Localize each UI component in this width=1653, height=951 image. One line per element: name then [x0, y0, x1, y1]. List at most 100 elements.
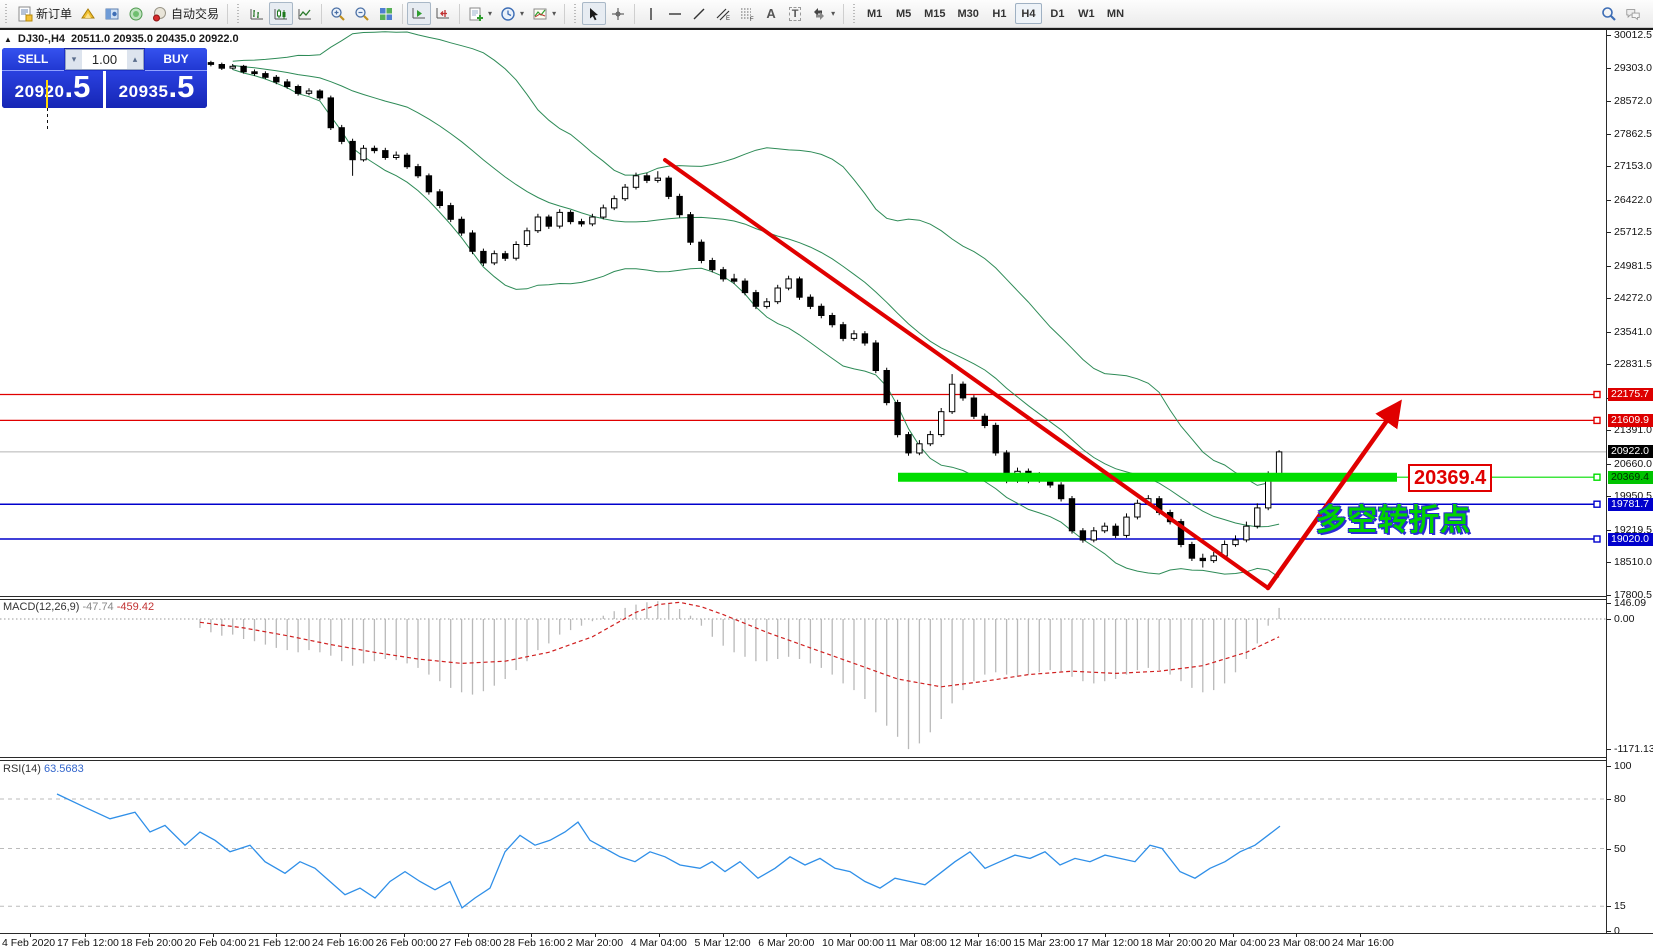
shapes-tool-button[interactable]: ▾: [807, 2, 839, 25]
price-axis-label: 24981.5: [1614, 260, 1652, 272]
toolbar-grip[interactable]: [851, 4, 858, 24]
turning-point-annotation[interactable]: 多空转折点: [1316, 495, 1471, 539]
text-label-tool-icon: T: [789, 7, 802, 21]
price-badge-19781.7: 19781.7: [1608, 498, 1653, 511]
time-axis-label: 21 Feb 12:00: [248, 937, 310, 949]
time-axis-label: 15 Mar 23:00: [1013, 937, 1075, 949]
line-chart-button[interactable]: [293, 2, 317, 25]
chart-header: ▲ DJ30-,H4 20511.0 20935.0 20435.0 20922…: [4, 33, 239, 45]
timeframe-button-H4[interactable]: H4: [1015, 3, 1042, 24]
time-axis[interactable]: 4 Feb 202017 Feb 12:0018 Feb 20:0020 Feb…: [0, 933, 1653, 951]
fibonacci-tool-button[interactable]: F: [735, 2, 759, 25]
search-icon[interactable]: [1601, 6, 1617, 22]
auto-scroll-icon: [411, 6, 427, 22]
time-axis-label: 11 Mar 08:00: [886, 937, 947, 949]
hline-marker[interactable]: [1594, 392, 1600, 398]
volume-increase-button[interactable]: ▴: [127, 50, 143, 69]
toolbar-separator: [227, 4, 228, 24]
macd-pane[interactable]: [0, 600, 1606, 757]
timeframe-button-M1[interactable]: M1: [861, 3, 888, 24]
price-axis-label: 29303.0: [1614, 62, 1652, 74]
text-tool-button[interactable]: A: [759, 2, 783, 25]
time-axis-label: 6 Mar 20:00: [758, 937, 814, 949]
cursor-tool-button[interactable]: [582, 2, 606, 25]
trendline-tool-button[interactable]: [687, 2, 711, 25]
cursor-icon: [586, 6, 602, 22]
toolbar-grip[interactable]: [3, 4, 10, 24]
text-label-tool-button[interactable]: T: [783, 2, 807, 25]
candlestick-chart-button[interactable]: [269, 2, 293, 25]
price-axis-label: 22831.5: [1614, 358, 1652, 370]
tile-windows-button[interactable]: [374, 2, 398, 25]
timeframe-button-D1[interactable]: D1: [1044, 3, 1071, 24]
buy-button[interactable]: BUY: [145, 48, 207, 71]
macd-histogram[interactable]: [200, 601, 1279, 749]
chart-shift-button[interactable]: [431, 2, 455, 25]
price-axis[interactable]: 30012.529303.028572.027862.527153.026422…: [1606, 30, 1653, 933]
vertical-line-tool-button[interactable]: [639, 2, 663, 25]
vertical-marker-dashes: [47, 108, 48, 129]
collapse-icon[interactable]: ▲: [4, 35, 12, 44]
rsi-pane[interactable]: [0, 761, 1606, 933]
hline-marker[interactable]: [1594, 501, 1600, 507]
period-button[interactable]: ▾: [496, 2, 528, 25]
time-axis-label: 2 Mar 20:00: [567, 937, 623, 949]
timeframe-button-MN[interactable]: MN: [1102, 3, 1129, 24]
macd-indicator-label: MACD(12,26,9) -47.74 -459.42: [3, 601, 154, 613]
hline-marker[interactable]: [1594, 417, 1600, 423]
zoom-in-button[interactable]: [326, 2, 350, 25]
svg-text:F: F: [750, 17, 754, 22]
templates-button[interactable]: ▾: [528, 2, 560, 25]
timeframe-button-H1[interactable]: H1: [986, 3, 1013, 24]
toolbar-grip[interactable]: [572, 4, 579, 24]
sell-price[interactable]: 20920 .5: [2, 71, 103, 108]
timeframe-button-M30[interactable]: M30: [953, 3, 984, 24]
hline-marker[interactable]: [1594, 536, 1600, 542]
navigator-button[interactable]: [100, 2, 124, 25]
candles-layer[interactable]: [197, 59, 1282, 568]
support-level-bar[interactable]: [898, 474, 1600, 480]
autotrading-icon: [152, 6, 168, 22]
new-order-button[interactable]: 新订单: [13, 2, 76, 25]
chat-icon[interactable]: [1625, 6, 1641, 22]
tile-windows-icon: [378, 6, 394, 22]
zoom-out-button[interactable]: [350, 2, 374, 25]
time-axis-label: 17 Feb 12:00: [57, 937, 119, 949]
zoom-in-icon: [330, 6, 346, 22]
auto-scroll-button[interactable]: [407, 2, 431, 25]
terminal-button[interactable]: [124, 2, 148, 25]
axis-tick: [1607, 849, 1611, 850]
channel-icon: E: [715, 6, 731, 22]
level-price-label[interactable]: 20369.4: [1408, 464, 1492, 492]
sell-button[interactable]: SELL: [2, 48, 64, 71]
new-chart-button[interactable]: ▾: [464, 2, 496, 25]
channel-tool-button[interactable]: E: [711, 2, 735, 25]
rsi-value: 63.5683: [44, 763, 84, 775]
volume-input[interactable]: 1.00: [82, 52, 127, 67]
time-axis-label: 18 Mar 20:00: [1141, 937, 1203, 949]
toolbar-grip[interactable]: [235, 4, 242, 24]
market-watch-button[interactable]: [76, 2, 100, 25]
zoom-out-icon: [354, 6, 370, 22]
buy-price-frac: .5: [168, 72, 194, 102]
toolbar-separator: [459, 4, 460, 24]
macd-signal-line[interactable]: [200, 602, 1279, 687]
buy-price[interactable]: 20935 .5: [106, 71, 207, 108]
timeframe-button-M5[interactable]: M5: [890, 3, 917, 24]
bar-chart-button[interactable]: [245, 2, 269, 25]
timeframe-button-M15[interactable]: M15: [919, 3, 950, 24]
svg-text:E: E: [726, 16, 730, 22]
axis-tick: [1607, 595, 1611, 596]
rsi-line[interactable]: [57, 794, 1280, 908]
timeframe-button-W1[interactable]: W1: [1073, 3, 1100, 24]
horizontal-line-tool-button[interactable]: [663, 2, 687, 25]
volume-decrease-button[interactable]: ▾: [66, 50, 82, 69]
price-badge-20369.4: 20369.4: [1608, 471, 1653, 484]
price-badge-20922.0: 20922.0: [1608, 445, 1653, 458]
price-badge-21609.9: 21609.9: [1608, 414, 1653, 427]
axis-tick: [1607, 166, 1611, 167]
autotrading-button[interactable]: 自动交易: [148, 2, 223, 25]
time-axis-label: 27 Feb 08:00: [440, 937, 502, 949]
trend-lines[interactable]: [665, 160, 1398, 588]
crosshair-tool-button[interactable]: [606, 2, 630, 25]
